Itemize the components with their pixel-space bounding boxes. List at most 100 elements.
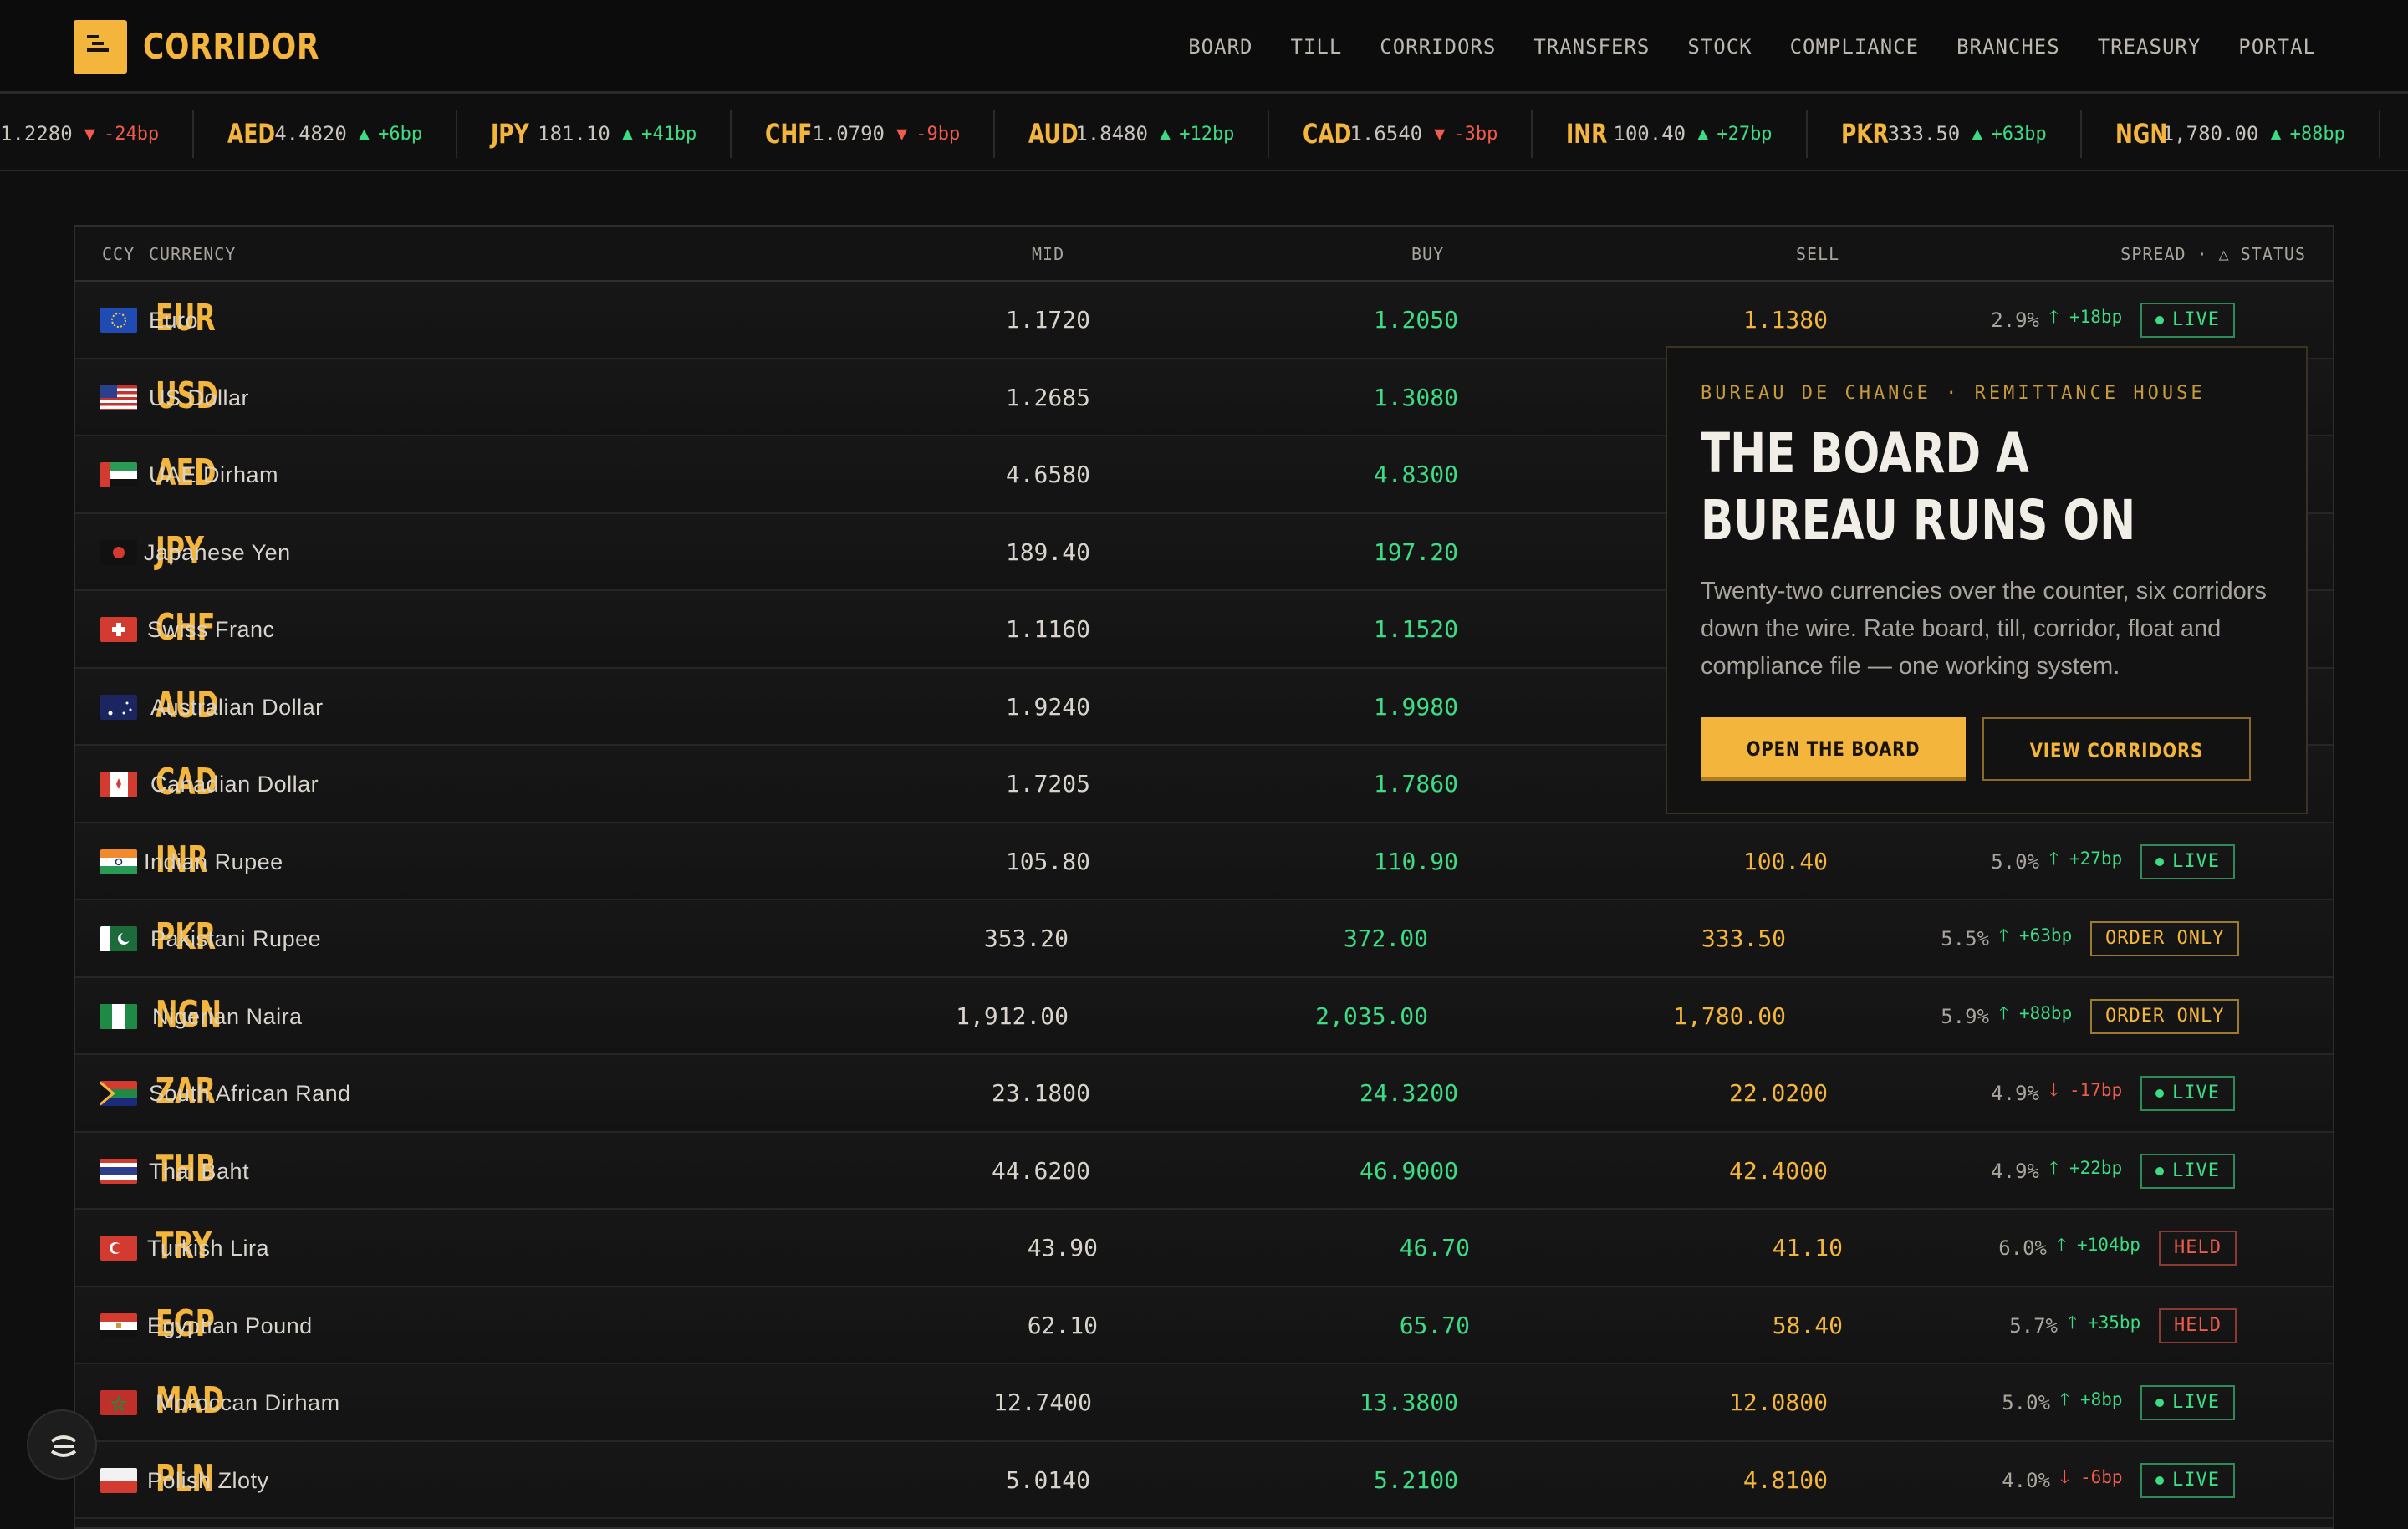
status-badge[interactable]: LIVE: [2140, 1462, 2235, 1498]
brand-logo-icon[interactable]: [74, 20, 127, 74]
status-badge[interactable]: LIVE: [2140, 303, 2235, 338]
top-navigation-bar: CORRIDOR BOARD TILL CORRIDORS TRANSFERS …: [0, 0, 2408, 94]
ticker-change: -9bp: [916, 123, 961, 145]
triangle-down-icon: ▼: [84, 123, 95, 145]
mid-rate: 43.90: [1027, 1234, 1098, 1261]
ticker-rate: 181.10: [538, 122, 610, 145]
view-corridors-button[interactable]: VIEW CORRIDORS: [1982, 717, 2251, 781]
spread-percent: 4.9%: [1991, 1082, 2039, 1105]
flag-in-icon: [100, 849, 137, 874]
table-header: CCY CURRENCY MID BUY SELL SPREAD · △ STA…: [75, 227, 2333, 282]
spread-change: +27bp: [2069, 848, 2123, 869]
live-dot-icon: [2155, 1166, 2164, 1175]
currency-name: Canadian Dollar: [150, 772, 319, 797]
status-badge[interactable]: HELD: [2159, 1307, 2237, 1343]
mid-rate: 12.7400: [992, 1389, 1092, 1416]
ticker-code: JPY: [491, 118, 529, 150]
ticker-code: AED: [227, 118, 276, 150]
nav-item-till[interactable]: TILL: [1290, 28, 1342, 65]
status-badge[interactable]: HELD: [2159, 1231, 2237, 1266]
nav-item-branches[interactable]: BRANCHES: [1956, 28, 2060, 65]
status-badge[interactable]: LIVE: [2140, 843, 2235, 879]
triangle-up-icon: ▲: [1159, 123, 1171, 145]
live-dot-icon: [2155, 1475, 2164, 1485]
status-badge[interactable]: LIVE: [2140, 1385, 2235, 1420]
spread-percent: 2.9%: [1991, 308, 2039, 332]
header-buy: BUY: [1411, 244, 1445, 264]
flag-ca-icon: [100, 772, 137, 797]
status-badge[interactable]: ORDER ONLY: [2090, 998, 2240, 1034]
ticker-change: +6bp: [378, 123, 423, 145]
mid-rate: 1.9240: [1005, 692, 1090, 721]
ticker-item: CHF 1.0790 ▼ -9bp: [732, 110, 996, 158]
status-badge[interactable]: LIVE: [2140, 1153, 2235, 1189]
status-badge[interactable]: LIVE: [2140, 1076, 2235, 1111]
sell-rate: 333.50: [1701, 925, 1786, 952]
buy-rate: 1.2050: [1373, 306, 1458, 334]
buy-rate: 13.3800: [1359, 1389, 1458, 1416]
triangle-up-icon: ▲: [621, 123, 634, 145]
table-row[interactable]: TRY Turkish Lira 43.90 46.70 41.10 6.0% 🡑 +104b…: [75, 1210, 2333, 1287]
spread-percent: 5.7%: [2009, 1313, 2058, 1338]
nav-item-stock[interactable]: STOCK: [1687, 28, 1752, 65]
ticker-rate: 1,780.00: [2161, 122, 2259, 145]
arrow-up-icon: 🡑: [2049, 1157, 2059, 1178]
table-row[interactable]: ZAR South African Rand 23.1800 24.3200 22.02…: [75, 1055, 2333, 1133]
ticker-rate: 1.6540: [1349, 122, 1423, 145]
table-row[interactable]: THB Thai Baht 44.6200 46.9000 42.4000 4.9% 🡑 +2…: [75, 1132, 2333, 1210]
spread-change: -17bp: [2069, 1080, 2123, 1100]
nav-item-transfers[interactable]: TRANSFERS: [1533, 28, 1650, 65]
status-badge[interactable]: ORDER ONLY: [2090, 921, 2240, 956]
spread-change: +8bp: [2080, 1389, 2123, 1409]
nav-item-treasury[interactable]: TREASURY: [2098, 28, 2201, 65]
hero-title-line-1: THE BOARD A: [1701, 421, 2029, 486]
status-label: ORDER ONLY: [2105, 1005, 2225, 1027]
ticker-rate: 1.2280: [0, 122, 73, 145]
table-row[interactable]: PKR Pakistani Rupee 353.20 372.00 333.50 5.5%…: [75, 900, 2333, 978]
flag-eg-icon: [100, 1312, 137, 1338]
triangle-down-icon: ▼: [896, 123, 908, 145]
nav-item-corridors[interactable]: CORRIDORS: [1380, 28, 1496, 65]
ticker-item: NGN 1,780.00 ▲ +88bp: [2082, 110, 2380, 158]
brand-mark-icon: [50, 1435, 77, 1457]
table-row[interactable]: NGN Nigerian Naira 1,912.00 2,035.00 1,780.0…: [75, 977, 2333, 1055]
ticker-code: PKR: [1840, 118, 1889, 150]
brand-name[interactable]: CORRIDOR: [143, 20, 319, 74]
flag-us-icon: [100, 385, 137, 410]
header-spread-status: SPREAD · △ STATUS: [2120, 244, 2306, 264]
nav-item-compliance[interactable]: COMPLIANCE: [1790, 28, 1920, 65]
floating-action-button[interactable]: [27, 1409, 97, 1480]
flag-pl-icon: [100, 1467, 137, 1493]
ticker-code: INR: [1566, 118, 1608, 150]
triangle-up-icon: ▲: [2270, 123, 2282, 145]
ticker-code: NGN: [2115, 118, 2168, 150]
live-dot-icon: [2155, 316, 2164, 324]
currency-name: UAE Dirham: [149, 462, 279, 487]
table-row[interactable]: MAD Moroccan Dirham 12.7400 13.3800 12.0800 5…: [75, 1364, 2333, 1442]
table-row[interactable]: EGP Egyptian Pound 62.10 65.70 58.40 5.7% 🡑 +35…: [75, 1287, 2333, 1364]
status-label: LIVE: [2172, 1469, 2220, 1491]
open-board-button[interactable]: OPEN THE BOARD: [1701, 717, 1967, 781]
triangle-down-icon: ▼: [1434, 123, 1446, 145]
ticker-change: +12bp: [1179, 123, 1235, 145]
header-ccy: CCY: [102, 244, 135, 264]
hero-actions: OPEN THE BOARD VIEW CORRIDORS: [1701, 717, 2251, 781]
spread-percent: 4.0%: [2002, 1468, 2050, 1492]
arrow-up-icon: 🡑: [1999, 1002, 2008, 1023]
currency-name: Australian Dollar: [150, 694, 324, 720]
ticker-item: AUD 1.8480 ▲ +12bp: [995, 110, 1270, 158]
buy-rate: 65.70: [1399, 1311, 1470, 1339]
sell-rate: 1,780.00: [1673, 1001, 1786, 1030]
spread-change: +63bp: [2019, 925, 2073, 945]
table-row[interactable]: PLN Polish Zloty 5.0140 5.2100 4.8100 4.0% 🡓 -6…: [75, 1441, 2333, 1519]
hero-title-line-2: BUREAU RUNS ON: [1701, 488, 2136, 553]
table-row[interactable]: INR Indian Rupee 105.80 110.90 100.40 5.0% 🡑 +2…: [75, 823, 2333, 900]
live-dot-icon: [2155, 1089, 2164, 1098]
mid-rate: 1.1160: [1005, 615, 1090, 643]
nav-item-board[interactable]: BOARD: [1188, 28, 1252, 65]
open-board-label: OPEN THE BOARD: [1746, 737, 1921, 761]
sell-rate: 100.40: [1742, 847, 1828, 875]
nav-item-portal[interactable]: PORTAL: [2238, 28, 2316, 65]
ticker-item: PKR 333.50 ▲ +63bp: [1808, 110, 2082, 158]
live-dot-icon: [2155, 857, 2164, 866]
